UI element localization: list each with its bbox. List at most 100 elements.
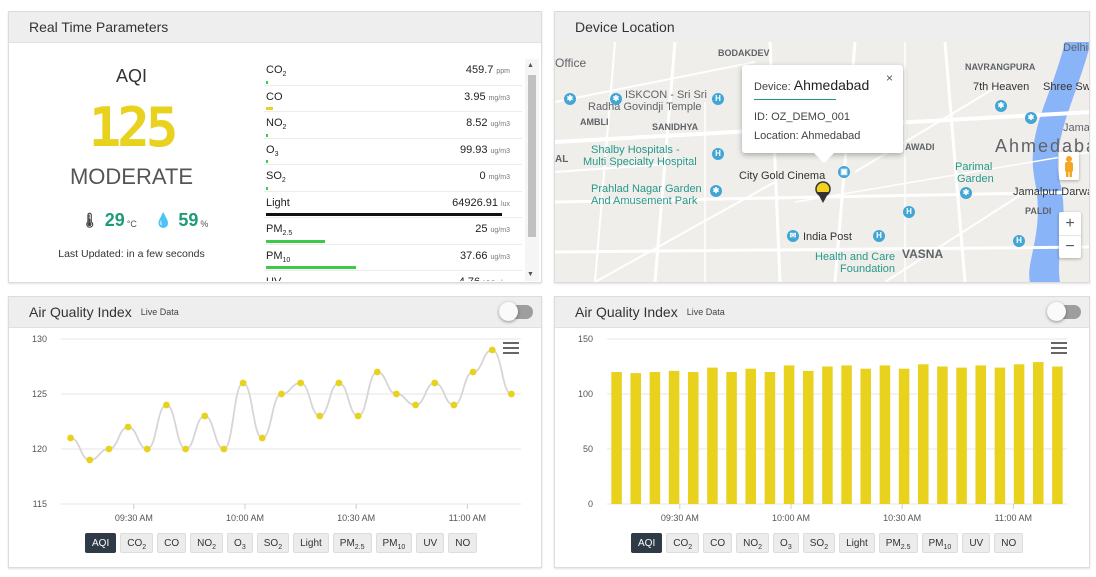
popup-close-icon[interactable]: × [886,71,893,85]
humidity-icon: 💧 [154,212,173,228]
data-point [450,401,458,409]
parameter-selector: AQI CO2 CO NO2 O3 SO2 Light PM2.5 PM10 UV NO [85,533,481,553]
data-bar [802,370,814,504]
map-label-prahlad-1: Prahlad Nagar Garden [591,183,702,195]
data-bar [649,372,661,504]
parameter-button[interactable]: AQI [85,533,117,553]
x-tick-label: 11:00 AM [449,513,486,523]
parameter-button[interactable]: SO2 [802,533,836,553]
map-label-ambli: AMBLI [580,117,609,127]
data-point [258,434,266,442]
pegman-figure-icon [1065,156,1073,177]
parameter-row: CO2 459.7 ppm [264,59,522,86]
parameter-button[interactable]: SO2 [256,533,290,553]
poi-icon: ✱ [1025,112,1037,124]
map-label-delhi: Delhi [1063,42,1089,54]
parameter-button[interactable]: PM2.5 [878,533,918,553]
data-point [182,445,189,453]
parameter-unit: lux [501,200,510,208]
poi-icon: H [1013,235,1025,247]
toggle-knob[interactable] [499,302,518,321]
aqi-line-panel: Air Quality Index Live Data 115 120 125 130… [8,296,542,568]
parameter-button[interactable]: CO2 [120,533,154,553]
data-bar [611,372,622,504]
parameter-unit: ug/m3 [490,147,510,155]
parameter-button[interactable]: O3 [773,533,799,553]
parameter-button[interactable]: CO2 [666,533,700,553]
data-point [220,445,228,453]
parameter-button[interactable]: NO2 [190,533,224,553]
toggle-knob[interactable] [1047,302,1066,321]
parameter-value: 4.76UVIndex [459,276,510,281]
chart-menu-icon[interactable] [503,342,519,354]
map-label-vasna: VASNA [902,247,944,261]
map-label-prahlad-2: And Amusement Park [591,195,698,207]
x-tick-label: 10:30 AM [883,513,921,523]
parameter-unit: ug/m3 [490,121,510,128]
scrollbar-thumb[interactable] [528,75,536,237]
live-data-toggle[interactable] [499,302,533,321]
data-bar [937,366,948,504]
live-data-toggle[interactable] [1047,302,1081,321]
parameter-row: NO2 8.52 ug/m3 [264,112,522,139]
zoom-out-button[interactable]: − [1059,236,1081,258]
parameter-selector: AQI CO2 CO NO2 O3 SO2 Light PM2.5 PM10 UV NO [631,533,1027,553]
parameter-button[interactable]: AQI [631,533,663,553]
chart-menu-icon[interactable] [1051,342,1067,354]
parameter-button[interactable]: PM10 [921,533,959,553]
street-view-pegman-icon[interactable] [1059,152,1079,180]
data-point [163,401,170,409]
y-tick-label: 0 [588,499,593,509]
data-point [431,379,439,387]
parameter-button[interactable]: CO [703,533,733,553]
parameter-list[interactable]: CO2 459.7 ppm CO 3.95 mg/m3 NO2 8.52 ug/m3 O3 99.9… [264,59,522,281]
popup-tail [814,153,834,163]
poi-icon: H [903,206,915,218]
aqi-bar-chart: 0 50 100 150 09:30 AM 10:00 AM 10:30 AM 11:00 A… [578,334,1067,523]
location-panel: Device Location BODAKDEV Office ISKCON -… [554,11,1090,283]
map-label-parimal-1: Parimal [955,161,993,173]
data-point [278,390,285,398]
map-label-shalby-2: Multi Specialty Hospital [583,156,697,168]
parameter-unit: mg/m3 [488,174,510,181]
parameter-button[interactable]: NO2 [736,533,770,553]
temperature-value: 29 [104,210,125,230]
scroll-down-icon[interactable]: ▼ [527,271,534,278]
data-bar [860,368,872,504]
data-point [297,379,304,387]
parameter-button[interactable]: Light [839,533,875,553]
parameter-button[interactable]: NO [448,533,478,553]
location-header: Device Location [555,12,1089,43]
map-label-office: Office [555,56,587,70]
parameter-unit: ug/m3 [490,253,510,261]
parameter-button[interactable]: NO [994,533,1024,553]
poi-icon: ✱ [710,185,722,197]
parameter-scrollbar[interactable]: ▲ ▼ [525,59,539,281]
map-label-shalby-1: Shalby Hospitals - [591,144,680,156]
humidity-value: 59 [178,210,199,230]
poi-icon: ✱ [960,187,972,199]
realtime-panel: Real Time Parameters AQI 125 MODERATE 🌡 … [8,11,542,283]
map-label-sanidhya: SANIDHYA [652,122,699,132]
parameter-button[interactable]: PM2.5 [332,533,372,553]
map-label-shree: Shree Sw [1043,81,1089,93]
parameter-button[interactable]: Light [293,533,329,553]
data-point [124,423,132,431]
y-tick-label: 100 [578,389,593,399]
parameter-button[interactable]: PM10 [375,533,413,553]
scroll-up-icon[interactable]: ▲ [527,62,534,69]
humidity-unit: % [200,218,209,229]
aqi-bar-panel: Air Quality Index Live Data 0 50 100 150 09:… [554,296,1090,568]
parameter-unit: mg/m3 [488,94,510,102]
data-bar [726,372,737,504]
environment-readings: 🌡 29 °C 💧 59 % [81,210,208,231]
zoom-in-button[interactable]: + [1059,212,1081,236]
parameter-unit: UVIndex [483,280,510,281]
parameter-button[interactable]: CO [157,533,187,553]
map-label-7th-heaven: 7th Heaven [973,81,1030,93]
parameter-unit: ppm [496,68,510,75]
parameter-button[interactable]: O3 [227,533,253,553]
map-view[interactable]: BODAKDEV Office ISKCON - Sri Sri Radha G… [555,42,1089,282]
parameter-button[interactable]: UV [962,533,991,553]
parameter-button[interactable]: UV [416,533,445,553]
